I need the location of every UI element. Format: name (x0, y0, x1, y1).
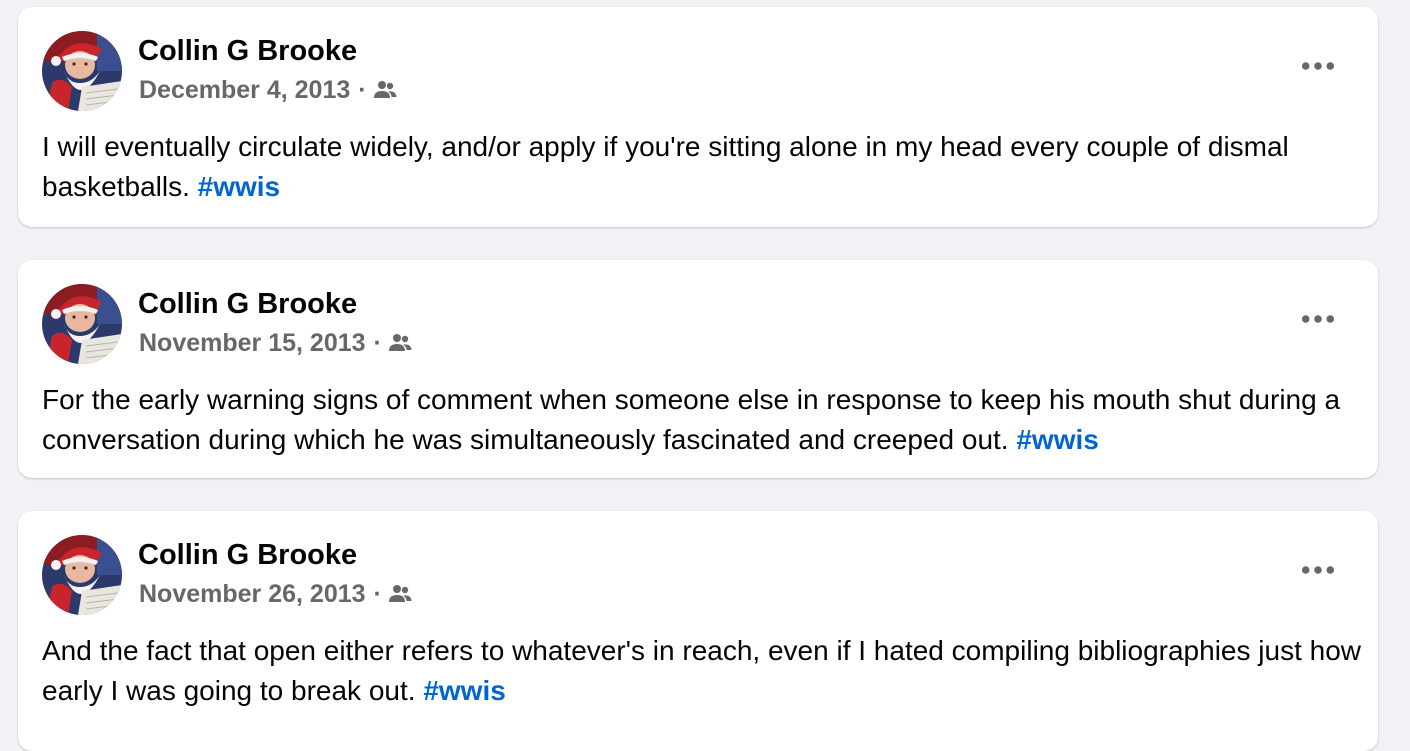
more-options-button[interactable] (1296, 556, 1340, 586)
hashtag-link[interactable]: #wwis (198, 171, 280, 202)
post-date[interactable]: December 4, 2013 (139, 74, 350, 106)
post-meta: November 15, 2013 · (139, 327, 412, 359)
post-text-content: And the fact that open either refers to … (42, 635, 1361, 706)
post-author[interactable]: Collin G Brooke (138, 537, 357, 573)
meta-separator: · (373, 580, 382, 608)
more-options-icon (1301, 562, 1335, 580)
post-date[interactable]: November 26, 2013 (139, 578, 366, 610)
post-author[interactable]: Collin G Brooke (138, 286, 357, 322)
avatar[interactable] (42, 31, 122, 111)
avatar[interactable] (42, 535, 122, 615)
post-card: Collin G Brooke December 4, 2013 · I wil… (18, 7, 1378, 227)
post-author[interactable]: Collin G Brooke (138, 33, 357, 69)
hashtag-link[interactable]: #wwis (1016, 424, 1098, 455)
post-meta: December 4, 2013 · (139, 74, 397, 106)
friends-icon[interactable] (373, 80, 397, 100)
more-options-icon (1301, 311, 1335, 329)
post-card: Collin G Brooke November 15, 2013 · For … (18, 260, 1378, 478)
post-text: I will eventually circulate widely, and/… (42, 127, 1362, 207)
post-text: And the fact that open either refers to … (42, 631, 1362, 711)
more-options-button[interactable] (1296, 305, 1340, 335)
friends-icon[interactable] (388, 333, 412, 353)
more-options-icon (1301, 58, 1335, 76)
post-card: Collin G Brooke November 26, 2013 · And … (18, 511, 1378, 751)
post-text-content: For the early warning signs of comment w… (42, 384, 1341, 455)
meta-separator: · (358, 76, 367, 104)
post-date[interactable]: November 15, 2013 (139, 327, 366, 359)
post-text: For the early warning signs of comment w… (42, 380, 1362, 460)
more-options-button[interactable] (1296, 52, 1340, 82)
friends-icon[interactable] (388, 584, 412, 604)
avatar[interactable] (42, 284, 122, 364)
meta-separator: · (373, 329, 382, 357)
post-meta: November 26, 2013 · (139, 578, 412, 610)
hashtag-link[interactable]: #wwis (423, 675, 505, 706)
